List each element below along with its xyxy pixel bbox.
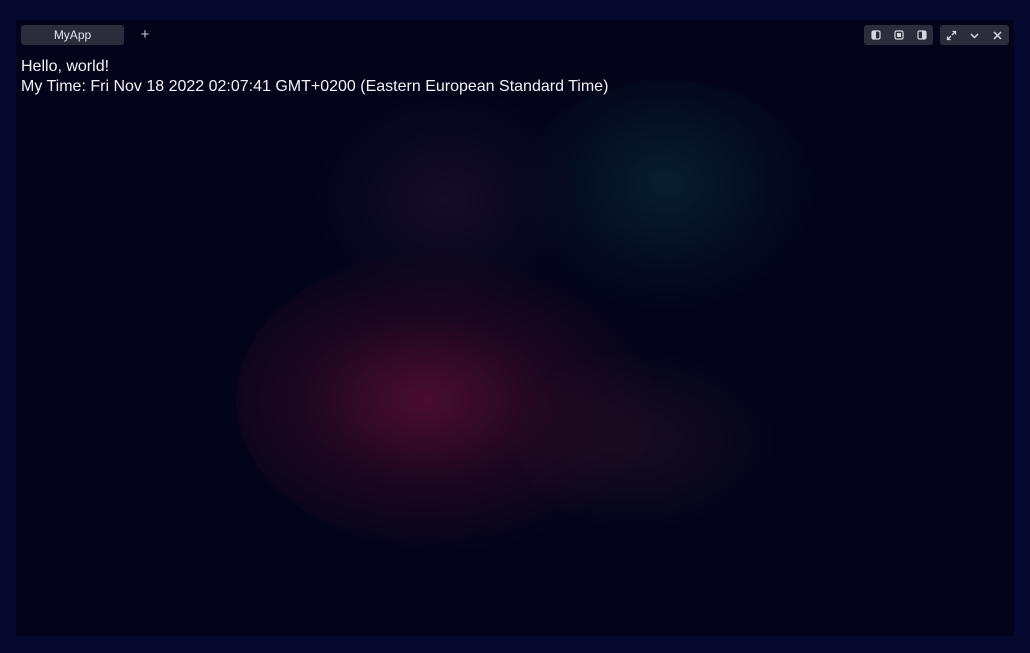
dock-center-icon[interactable] [887, 25, 910, 45]
app-window: MyApp + Hello, world! My Time: Fri Nov 1… [16, 20, 1014, 636]
maximize-icon[interactable] [940, 25, 963, 45]
desktop-background: MyApp + Hello, world! My Time: Fri Nov 1… [0, 0, 1030, 653]
tab-bar: MyApp + [16, 20, 1014, 50]
dock-right-icon[interactable] [910, 25, 933, 45]
greeting-text: Hello, world! [21, 58, 110, 75]
close-icon[interactable] [986, 25, 1009, 45]
layout-controls [864, 25, 933, 45]
background-glow-purple [316, 90, 576, 310]
tab-myapp[interactable]: MyApp [21, 25, 124, 45]
app-content: Hello, world! My Time: Fri Nov 18 2022 0… [21, 57, 608, 97]
window-controls [940, 25, 1009, 45]
minimize-icon[interactable] [963, 25, 986, 45]
add-tab-button[interactable]: + [138, 25, 152, 45]
background-glow-teal [516, 80, 816, 310]
dock-left-icon[interactable] [864, 25, 887, 45]
time-text: My Time: Fri Nov 18 2022 02:07:41 GMT+02… [21, 78, 609, 95]
background-glow-red [236, 250, 656, 550]
background-glow-mauve [516, 350, 776, 530]
